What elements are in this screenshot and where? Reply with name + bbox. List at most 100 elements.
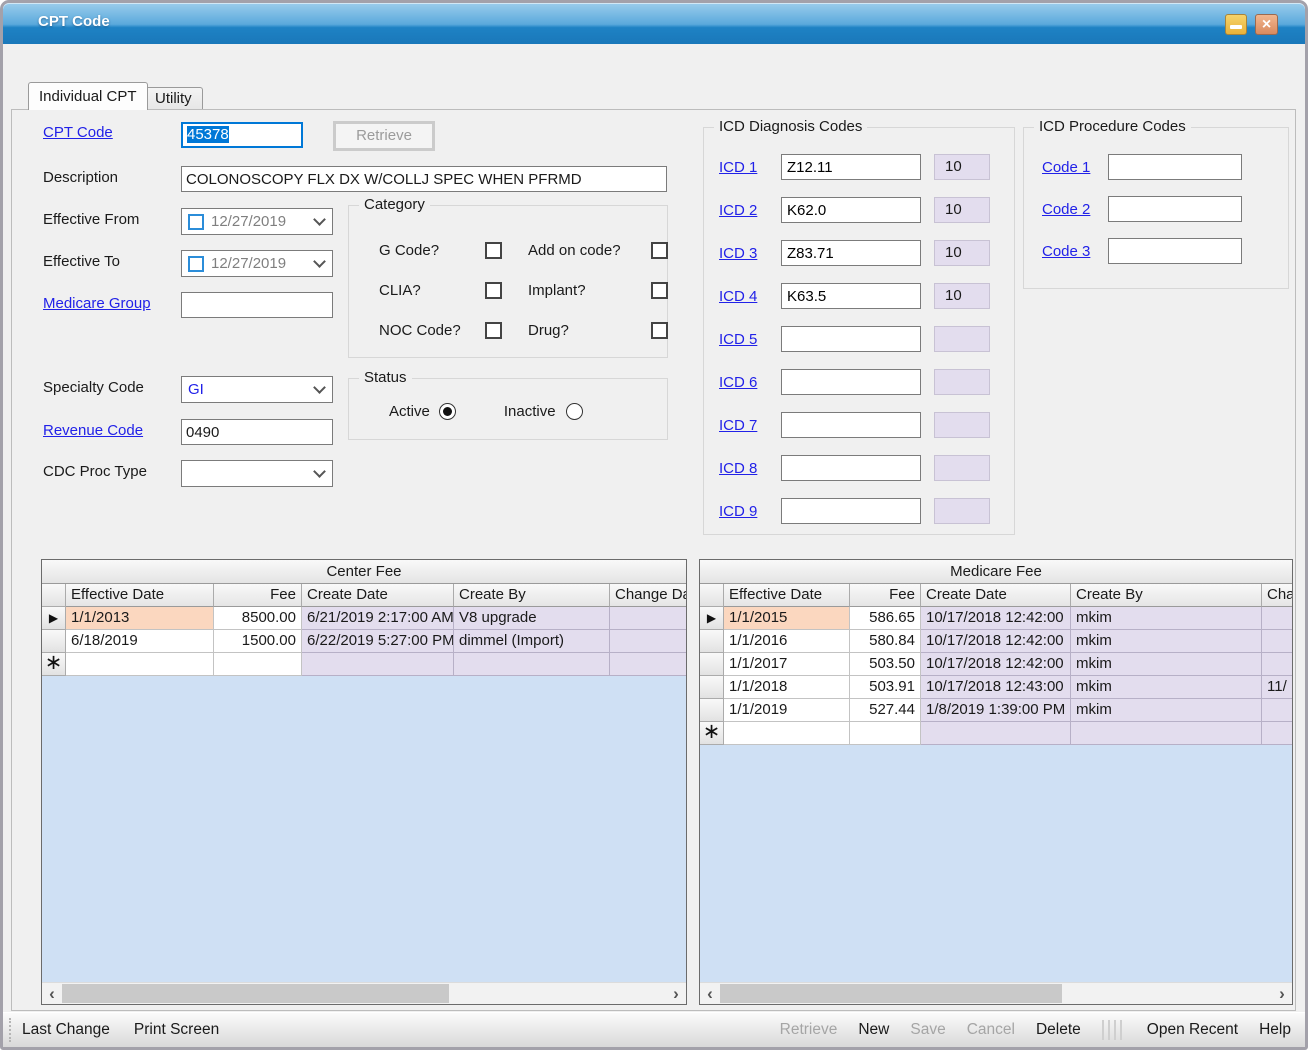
scroll-thumb[interactable] [62,984,449,1003]
new-row-selector[interactable]: ∗ [42,653,66,676]
icd-code-input[interactable] [781,283,921,309]
table-row[interactable]: 6/18/20191500.006/22/2019 5:27:00 PMdimm… [42,630,686,653]
new-row-selector[interactable]: ∗ [700,722,724,745]
grid-cell[interactable]: 1/1/2019 [724,699,850,722]
effective-from-checkbox[interactable] [188,214,204,230]
grid-cell[interactable] [214,653,302,676]
grid-cell[interactable]: 1/1/2013 [66,607,214,630]
grid-cell[interactable] [1262,699,1293,722]
revenue-code-input[interactable] [181,419,333,445]
procedure-code-input[interactable] [1108,196,1242,222]
category-checkbox[interactable] [651,242,668,259]
effective-from-datepicker[interactable]: 12/27/2019 [181,208,333,235]
grid-cell[interactable]: 6/18/2019 [66,630,214,653]
table-row[interactable]: 1/1/2017503.5010/17/2018 12:42:00mkim [700,653,1292,676]
row-selector[interactable]: ▶ [42,607,66,630]
tab-individual-cpt[interactable]: Individual CPT [28,82,148,110]
grid-cell[interactable]: 6/21/2019 2:17:00 AM [302,607,454,630]
h-scrollbar[interactable]: ‹ › [42,982,686,1004]
icd-code-input[interactable] [781,197,921,223]
icd-code-link[interactable]: ICD 2 [719,202,781,219]
grid-cell[interactable] [454,653,610,676]
column-header[interactable]: Fee [850,584,921,607]
grid-cell[interactable] [610,653,687,676]
toolbar-print-screen-button[interactable]: Print Screen [134,1021,219,1039]
procedure-code-input[interactable] [1108,154,1242,180]
grid-cell[interactable] [302,653,454,676]
close-button[interactable]: × [1255,14,1278,35]
grid-cell[interactable]: 10/17/2018 12:42:00 [921,653,1071,676]
grid-cell[interactable]: 503.50 [850,653,921,676]
procedure-code-link[interactable]: Code 3 [1042,243,1108,260]
grid-cell[interactable]: 580.84 [850,630,921,653]
grid-cell[interactable] [610,607,687,630]
grid-cell[interactable] [1071,722,1262,745]
grid-cell[interactable]: 11/ [1262,676,1293,699]
grid-cell[interactable]: mkim [1071,607,1262,630]
medicare-group-link[interactable]: Medicare Group [43,295,151,312]
chevron-down-icon[interactable] [313,255,326,268]
status-inactive-radio[interactable] [566,403,583,420]
category-checkbox[interactable] [485,282,502,299]
grid-cell[interactable] [724,722,850,745]
grid-cell[interactable] [921,722,1071,745]
cdc-proc-type-dropdown[interactable] [181,460,333,487]
grid-cell[interactable]: 1/1/2015 [724,607,850,630]
retrieve-button[interactable]: Retrieve [333,121,435,151]
icd-code-input[interactable] [781,412,921,438]
column-header[interactable]: Effective Date [66,584,214,607]
icd-code-link[interactable]: ICD 8 [719,460,781,477]
column-header[interactable]: Create Date [302,584,454,607]
scroll-track[interactable] [720,984,1272,1003]
effective-to-datepicker[interactable]: 12/27/2019 [181,250,333,277]
tab-utility[interactable]: Utility [144,87,203,110]
status-active-radio[interactable] [439,403,456,420]
grid-cell[interactable] [66,653,214,676]
titlebar[interactable]: CPT Code × [3,3,1305,44]
scroll-left-arrow[interactable]: ‹ [700,984,720,1004]
row-selector[interactable] [42,630,66,653]
column-header[interactable]: Change Date [610,584,687,607]
grid-cell[interactable]: 10/17/2018 12:42:00 [921,630,1071,653]
scroll-left-arrow[interactable]: ‹ [42,984,62,1004]
column-header[interactable]: Effective Date [724,584,850,607]
description-input[interactable] [181,166,667,192]
toolbar-open-recent-button[interactable]: Open Recent [1147,1021,1238,1039]
grid-cell[interactable]: 527.44 [850,699,921,722]
toolbar-help-button[interactable]: Help [1259,1021,1291,1039]
medicare-group-input[interactable] [181,292,333,318]
row-selector[interactable] [700,630,724,653]
grid-cell[interactable] [1262,722,1293,745]
grid-cell[interactable]: mkim [1071,653,1262,676]
grid-cell[interactable]: mkim [1071,676,1262,699]
icd-code-link[interactable]: ICD 3 [719,245,781,262]
grid-cell[interactable]: 10/17/2018 12:42:00 [921,607,1071,630]
row-selector[interactable] [700,653,724,676]
icd-code-input[interactable] [781,154,921,180]
grid-cell[interactable]: 6/22/2019 5:27:00 PM [302,630,454,653]
icd-code-input[interactable] [781,498,921,524]
icd-code-input[interactable] [781,240,921,266]
icd-code-input[interactable] [781,455,921,481]
category-checkbox[interactable] [485,322,502,339]
grid-cell[interactable]: 1500.00 [214,630,302,653]
grid-cell[interactable]: 1/1/2016 [724,630,850,653]
table-row[interactable]: 1/1/2018503.9110/17/2018 12:43:00mkim11/ [700,676,1292,699]
toolbar-grip-icon[interactable] [9,1018,14,1042]
procedure-code-link[interactable]: Code 2 [1042,201,1108,218]
icd-code-input[interactable] [781,369,921,395]
cpt-code-link[interactable]: CPT Code [43,124,113,141]
icd-code-link[interactable]: ICD 7 [719,417,781,434]
column-header[interactable]: Fee [214,584,302,607]
row-selector[interactable]: ▶ [700,607,724,630]
table-row[interactable]: ∗ [42,653,686,676]
row-selector[interactable] [700,699,724,722]
effective-to-checkbox[interactable] [188,256,204,272]
procedure-code-input[interactable] [1108,238,1242,264]
grid-cell[interactable] [850,722,921,745]
chevron-down-icon[interactable] [313,381,326,394]
category-checkbox[interactable] [651,322,668,339]
cpt-code-input[interactable]: 45378 [181,122,303,148]
icd-code-link[interactable]: ICD 4 [719,288,781,305]
grid-cell[interactable]: 1/1/2018 [724,676,850,699]
